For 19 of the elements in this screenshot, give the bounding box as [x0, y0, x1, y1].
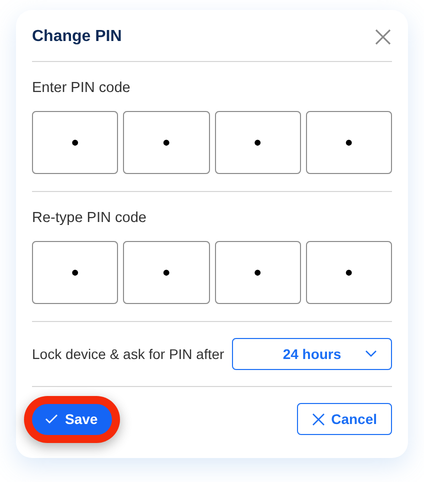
pin-digit-field[interactable]: •	[214, 111, 301, 174]
pin-digit-field[interactable]: •	[306, 241, 392, 304]
pin-digit-field[interactable]: •	[214, 241, 301, 304]
pin-label: Re-type PIN code	[32, 209, 148, 228]
close-icon[interactable]	[374, 28, 392, 46]
save-button[interactable]: Save	[32, 404, 112, 434]
pin-digit-field[interactable]: •	[32, 241, 118, 304]
checkmark-icon	[45, 414, 58, 424]
close-icon	[312, 412, 326, 426]
lock-label: Lock device & ask for PIN after	[32, 344, 224, 364]
pin-digit-field[interactable]: •	[306, 111, 392, 174]
dialog-title: Change PIN	[32, 26, 122, 46]
duration-dropdown[interactable]: 24 hours	[232, 338, 392, 370]
cancel-button[interactable]: Cancel	[297, 403, 392, 435]
pin-label: Enter PIN code	[32, 79, 132, 98]
chevron-down-icon	[365, 350, 377, 358]
pin-digit-field[interactable]: •	[123, 111, 210, 174]
pin-digit-field[interactable]: •	[32, 111, 118, 174]
pin-digit-field[interactable]: •	[123, 241, 210, 304]
